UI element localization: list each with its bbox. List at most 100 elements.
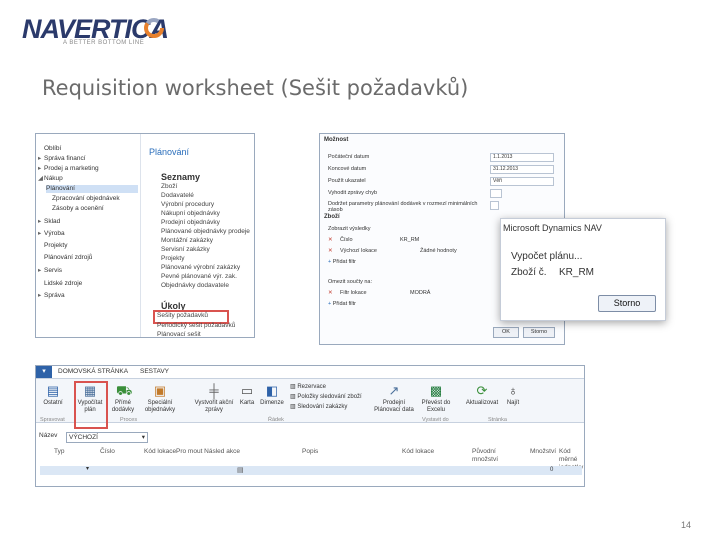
- nav-item[interactable]: Projekty: [38, 242, 67, 250]
- carry-out-action-button[interactable]: ╪ Vystvořit akční zprávy: [194, 384, 234, 414]
- filter-field[interactable]: Filtr lokace: [340, 290, 367, 296]
- nav-item[interactable]: Oblíbí: [38, 145, 61, 153]
- checkbox[interactable]: [490, 201, 499, 210]
- nav-item[interactable]: Zásoby a ocenění: [52, 205, 104, 213]
- list-link[interactable]: Plánované objednávky prodeje: [161, 228, 250, 236]
- filter-value[interactable]: KR_RM: [400, 237, 419, 243]
- nav-item[interactable]: ▸ Servis: [38, 267, 62, 275]
- action-icon: ╪: [209, 383, 219, 398]
- binoculars-icon: ♁: [508, 383, 518, 398]
- find-button[interactable]: ♁ Najít: [502, 384, 524, 407]
- nav-item[interactable]: Lidské zdroje: [38, 280, 82, 288]
- special-order-button[interactable]: ▣ Speciální objednávky: [142, 384, 178, 414]
- order-icon: ▣: [153, 383, 167, 398]
- use-forecast-field[interactable]: Věři: [490, 177, 554, 186]
- checkbox[interactable]: [490, 189, 502, 198]
- logo-tagline: A BETTER BOTTOM LINE: [63, 40, 145, 46]
- list-link[interactable]: Výrobní procedury: [161, 201, 214, 209]
- order-tracking-button[interactable]: ▥ Sledování zakázky: [290, 403, 347, 410]
- ribbon: ▤ Ostatní ▦ Vypočítat plán ⛟ Přímé dodávky …: [36, 379, 584, 423]
- end-date-field[interactable]: 31.12.2013: [490, 165, 554, 174]
- start-date-field[interactable]: 1.1.2013: [490, 153, 554, 162]
- nav-item[interactable]: ▸ Správa financí: [38, 155, 86, 163]
- column-header[interactable]: Kód lokace: [144, 448, 176, 456]
- dimension-icon: ◧: [265, 383, 279, 398]
- nav-item[interactable]: ◢Nákup: [38, 175, 63, 183]
- list-link[interactable]: Plánované výrobní zakázky: [161, 264, 240, 272]
- remove-filter-icon[interactable]: ✕: [328, 237, 333, 243]
- chevron-down-icon[interactable]: ▾: [86, 465, 89, 472]
- table-row[interactable]: [40, 475, 582, 483]
- column-header[interactable]: Typ: [54, 448, 64, 456]
- filter-value[interactable]: Žádné hodnoty: [420, 248, 457, 254]
- nav-item[interactable]: ▸ Výroba: [38, 230, 65, 238]
- task-link[interactable]: Plánovací sešit: [157, 331, 201, 339]
- remove-filter-icon[interactable]: ✕: [328, 248, 333, 254]
- list-link[interactable]: Projekty: [161, 255, 184, 263]
- export-excel-button[interactable]: ▩ Převést do Excelu: [420, 384, 452, 414]
- filter-value[interactable]: MODRÁ: [410, 290, 430, 296]
- add-filter-link[interactable]: + Přidat filtr: [328, 301, 356, 307]
- nav-item[interactable]: ▸ Prodej a marketing: [38, 165, 99, 173]
- list-link[interactable]: Montážní zakázky: [161, 237, 213, 245]
- column-header[interactable]: Popis: [302, 448, 318, 456]
- cancel-button[interactable]: Storno: [523, 327, 555, 338]
- requisition-worksheet-window: ▾ DOMOVSKÁ STRÁNKA SESTAVY ▤ Ostatní ▦ Vyp…: [35, 365, 585, 487]
- dimensions-button[interactable]: ◧ Dimenze: [258, 384, 286, 407]
- drop-shipment-button[interactable]: ⛟ Přímé dodávky: [108, 384, 138, 414]
- task-link-requisition[interactable]: Sešity požadavků: [157, 312, 208, 320]
- list-link[interactable]: Dodavatelé: [161, 192, 194, 200]
- nav-item[interactable]: ▸ Sklad: [38, 218, 60, 226]
- refresh-button[interactable]: ⟳ Aktualizovat: [462, 384, 502, 407]
- card-icon: ▭: [240, 383, 254, 398]
- card-button[interactable]: ▭ Karta: [236, 384, 258, 407]
- reservation-button[interactable]: ▥ Rezervace: [290, 383, 326, 390]
- forecast-button[interactable]: ↗ Prodejní Plánovací data: [372, 384, 416, 414]
- options-section: Možnost: [324, 137, 349, 143]
- ok-button[interactable]: OK: [493, 327, 519, 338]
- list-link[interactable]: Prodejní objednávky: [161, 219, 220, 227]
- stop-button[interactable]: Storno: [598, 295, 656, 312]
- order-tracking-icon: ▥: [290, 404, 296, 410]
- table-row[interactable]: ▾ ▤ 0: [40, 466, 582, 475]
- quantity-cell[interactable]: 0: [550, 467, 553, 473]
- other-button[interactable]: ▤ Ostatní: [38, 384, 68, 407]
- logo-swirl-icon: [144, 18, 164, 38]
- tab-reports[interactable]: SESTAVY: [140, 366, 169, 378]
- lists-heading: Seznamy: [161, 172, 201, 182]
- group-label: Vystavit do: [422, 417, 449, 423]
- column-header[interactable]: Pro mout Násled akce: [176, 448, 240, 456]
- chevron-down-icon: ▾: [141, 434, 145, 441]
- progress-text: Vypočet plánu...: [511, 251, 583, 262]
- slide-title: Requisition worksheet (Sešit požadavků): [42, 76, 469, 100]
- column-header[interactable]: Množství: [530, 448, 556, 456]
- lookup-icon[interactable]: ▤: [237, 466, 244, 474]
- add-filter-link[interactable]: + Přidat filtr: [328, 259, 356, 265]
- list-link[interactable]: Pevné plánované výr. zak.: [161, 273, 237, 281]
- column-header[interactable]: Původní množství: [472, 448, 506, 464]
- list-link[interactable]: Nákupní objednávky: [161, 210, 220, 218]
- list-link[interactable]: Servisní zakázky: [161, 246, 210, 254]
- group-label: Proces: [120, 417, 138, 423]
- nav-item[interactable]: Zpracování objednávek: [52, 195, 120, 203]
- task-link[interactable]: Periodický sešit požadavků: [157, 322, 235, 330]
- field-label: Koncové datum: [328, 166, 367, 172]
- app-menu-icon[interactable]: ▾: [36, 366, 52, 378]
- remove-filter-icon[interactable]: ✕: [328, 290, 333, 296]
- column-header[interactable]: Kód lokace: [402, 448, 434, 456]
- name-label: Název: [39, 432, 58, 439]
- list-link[interactable]: Zboží: [161, 183, 177, 191]
- nav-item[interactable]: Plánování zdrojů: [38, 254, 92, 262]
- worksheet-name-select[interactable]: VÝCHOZÍ ▾: [66, 432, 148, 443]
- tab-home[interactable]: DOMOVSKÁ STRÁNKA: [58, 366, 128, 378]
- group-label: Řádek: [268, 417, 284, 423]
- nav-item-planning[interactable]: Plánování: [46, 185, 138, 193]
- item-tracking-button[interactable]: ▥ Položky sledování zboží: [290, 393, 362, 400]
- nav-item[interactable]: ▸ Správa: [38, 292, 65, 300]
- column-header[interactable]: Číslo: [100, 448, 115, 456]
- filter-header: Zobrazit výsledky: [328, 226, 371, 232]
- filter-field[interactable]: Výchozí lokace: [340, 248, 377, 254]
- field-label: Počáteční datum: [328, 154, 370, 160]
- filter-field[interactable]: Číslo: [340, 237, 353, 243]
- list-link[interactable]: Objednávky dodavatele: [161, 282, 229, 290]
